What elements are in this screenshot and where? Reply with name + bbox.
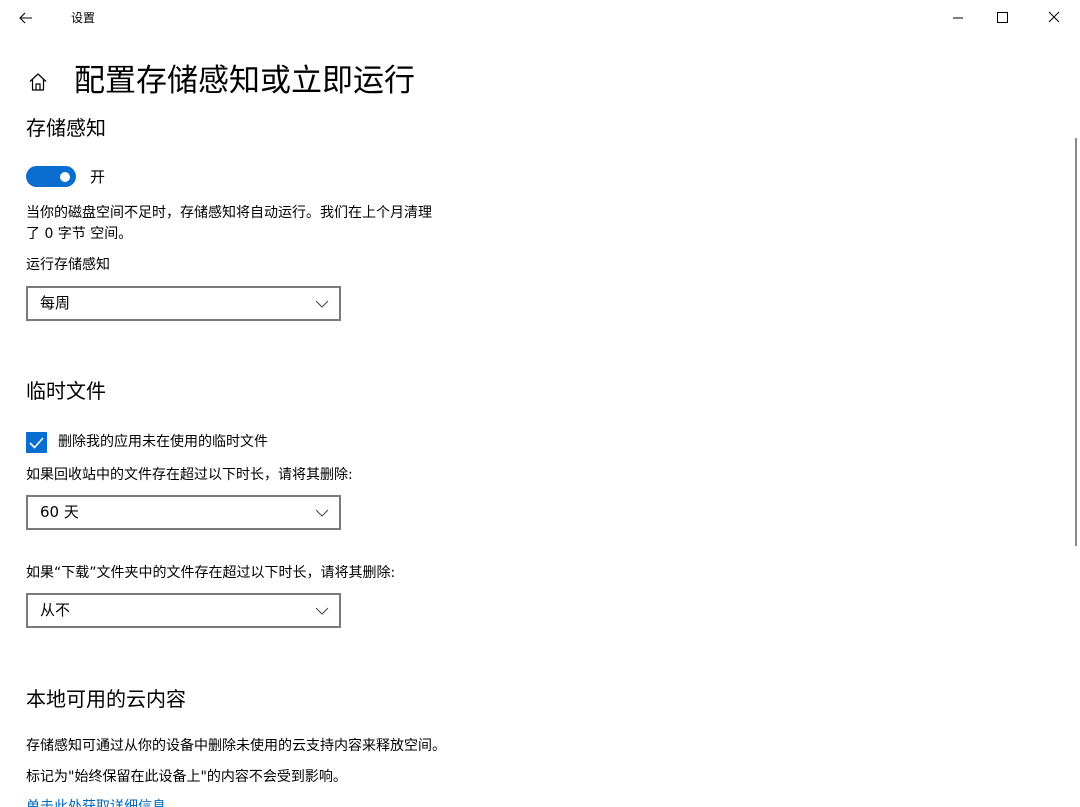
recycle-bin-label: 如果回收站中的文件存在超过以下时长，请将其删除:: [26, 467, 353, 483]
maximize-button[interactable]: [990, 6, 1014, 30]
delete-temp-files-label: 删除我的应用未在使用的临时文件: [58, 434, 268, 450]
checkmark-icon: [29, 437, 44, 449]
details-link[interactable]: 单击此处获取详细信息: [26, 797, 166, 807]
minimize-icon: [953, 17, 963, 19]
downloads-dropdown[interactable]: 从不: [26, 593, 341, 628]
storage-sense-heading: 存储感知: [26, 116, 106, 140]
delete-temp-files-checkbox[interactable]: [26, 432, 47, 453]
chevron-down-icon: [315, 300, 329, 308]
temp-files-heading: 临时文件: [26, 379, 106, 403]
recycle-bin-dropdown[interactable]: 60 天: [26, 495, 341, 530]
home-button[interactable]: [26, 70, 50, 94]
cloud-description-line1: 存储感知可通过从你的设备中删除未使用的云支持内容来释放空间。: [26, 738, 446, 754]
settings-page: 设置 配置存储感知或立即运行 存储感知 开 当你的磁盘空间不足时，存储感知将自动…: [0, 0, 1080, 807]
storage-sense-toggle[interactable]: [26, 166, 76, 187]
storage-sense-description-line1: 当你的磁盘空间不足时，存储感知将自动运行。我们在上个月清理: [26, 205, 432, 221]
run-storage-sense-label: 运行存储感知: [26, 257, 110, 273]
dropdown-value: 从不: [40, 601, 71, 619]
close-button[interactable]: [1042, 6, 1066, 30]
chevron-down-icon: [315, 509, 329, 517]
storage-sense-description-line2: 了 0 字节 空间。: [26, 226, 133, 242]
cloud-description-line2: 标记为"始终保留在此设备上"的内容不会受到影响。: [26, 769, 347, 785]
chevron-down-icon: [315, 607, 329, 615]
dropdown-value: 60 天: [40, 503, 79, 521]
toggle-state-label: 开: [90, 168, 106, 186]
run-storage-sense-dropdown[interactable]: 每周: [26, 286, 341, 321]
maximize-icon: [997, 12, 1008, 23]
home-icon: [29, 73, 47, 91]
cloud-content-heading: 本地可用的云内容: [26, 687, 186, 711]
downloads-label: 如果“下载”文件夹中的文件存在超过以下时长，请将其删除:: [26, 565, 396, 581]
minimize-button[interactable]: [946, 6, 970, 30]
toggle-knob: [60, 171, 70, 182]
title-bar: 设置: [0, 0, 1080, 36]
page-title: 配置存储感知或立即运行: [74, 63, 415, 99]
scrollbar[interactable]: [1075, 138, 1077, 546]
dropdown-value: 每周: [40, 294, 71, 312]
close-icon: [1048, 11, 1060, 23]
app-title: 设置: [71, 11, 96, 25]
back-arrow-icon: [19, 12, 32, 24]
back-button[interactable]: [14, 6, 38, 30]
